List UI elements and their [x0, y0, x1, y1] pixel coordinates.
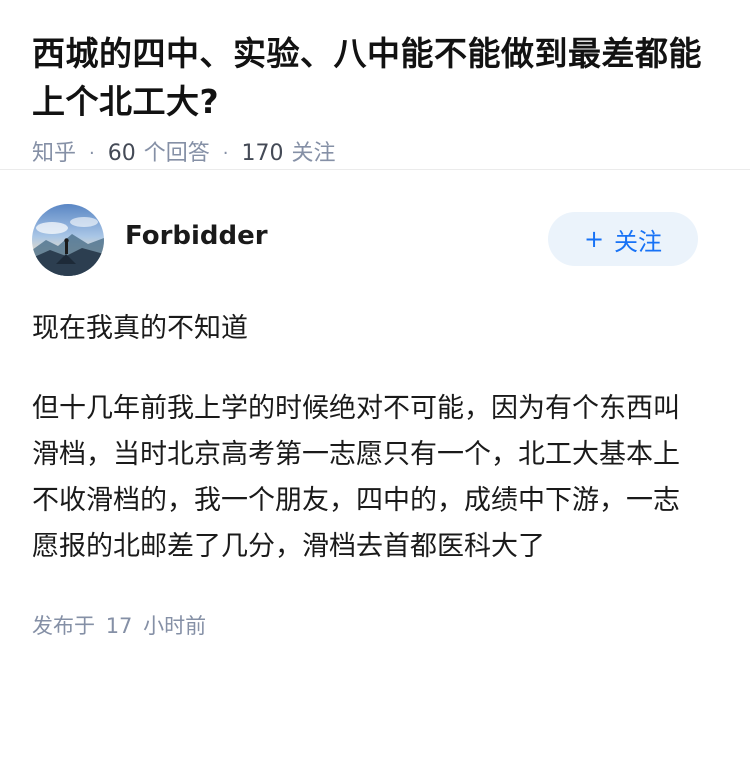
site-name[interactable]: 知乎 [32, 139, 76, 169]
publish-value: 17 [105, 614, 133, 638]
answers-count: 60 [107, 141, 136, 166]
publish-unit: 小时前 [143, 614, 207, 638]
question-header: 西城的四中、实验、八中能不能做到最差都能上个北工大? 知乎 · 60 个回答 ·… [0, 0, 750, 170]
question-meta: 知乎 · 60 个回答 · 170 关注 [32, 139, 718, 169]
answer-card: Forbidder + 关注 现在我真的不知道 但十几年前我上学的时候绝对不可能… [0, 170, 750, 640]
answers-label: 个回答 [143, 141, 210, 166]
author-name[interactable]: Forbidder [125, 221, 268, 251]
avatar[interactable] [32, 204, 104, 276]
followers-count: 170 [241, 141, 284, 166]
question-title[interactable]: 西城的四中、实验、八中能不能做到最差都能上个北工大? [32, 30, 718, 126]
publish-prefix: 发布于 [32, 614, 95, 638]
follow-button-label: 关注 [614, 227, 663, 256]
plus-icon: + [583, 225, 605, 253]
answer-body[interactable]: 现在我真的不知道 但十几年前我上学的时候绝对不可能，因为有个东西叫滑档，当时北京… [32, 306, 702, 570]
avatar-image-icon [32, 204, 104, 276]
separator-dot: · [89, 143, 95, 164]
followers-label: 关注 [291, 141, 336, 166]
separator-dot: · [222, 143, 229, 164]
publish-time: 发布于 17 小时前 [32, 610, 718, 640]
follow-button[interactable]: + 关注 [548, 212, 698, 266]
answer-paragraph: 现在我真的不知道 [32, 313, 248, 344]
answer-paragraph: 但十几年前我上学的时候绝对不可能，因为有个东西叫滑档，当时北京高考第一志愿只有一… [32, 393, 680, 562]
author-row: Forbidder + 关注 [32, 204, 718, 276]
